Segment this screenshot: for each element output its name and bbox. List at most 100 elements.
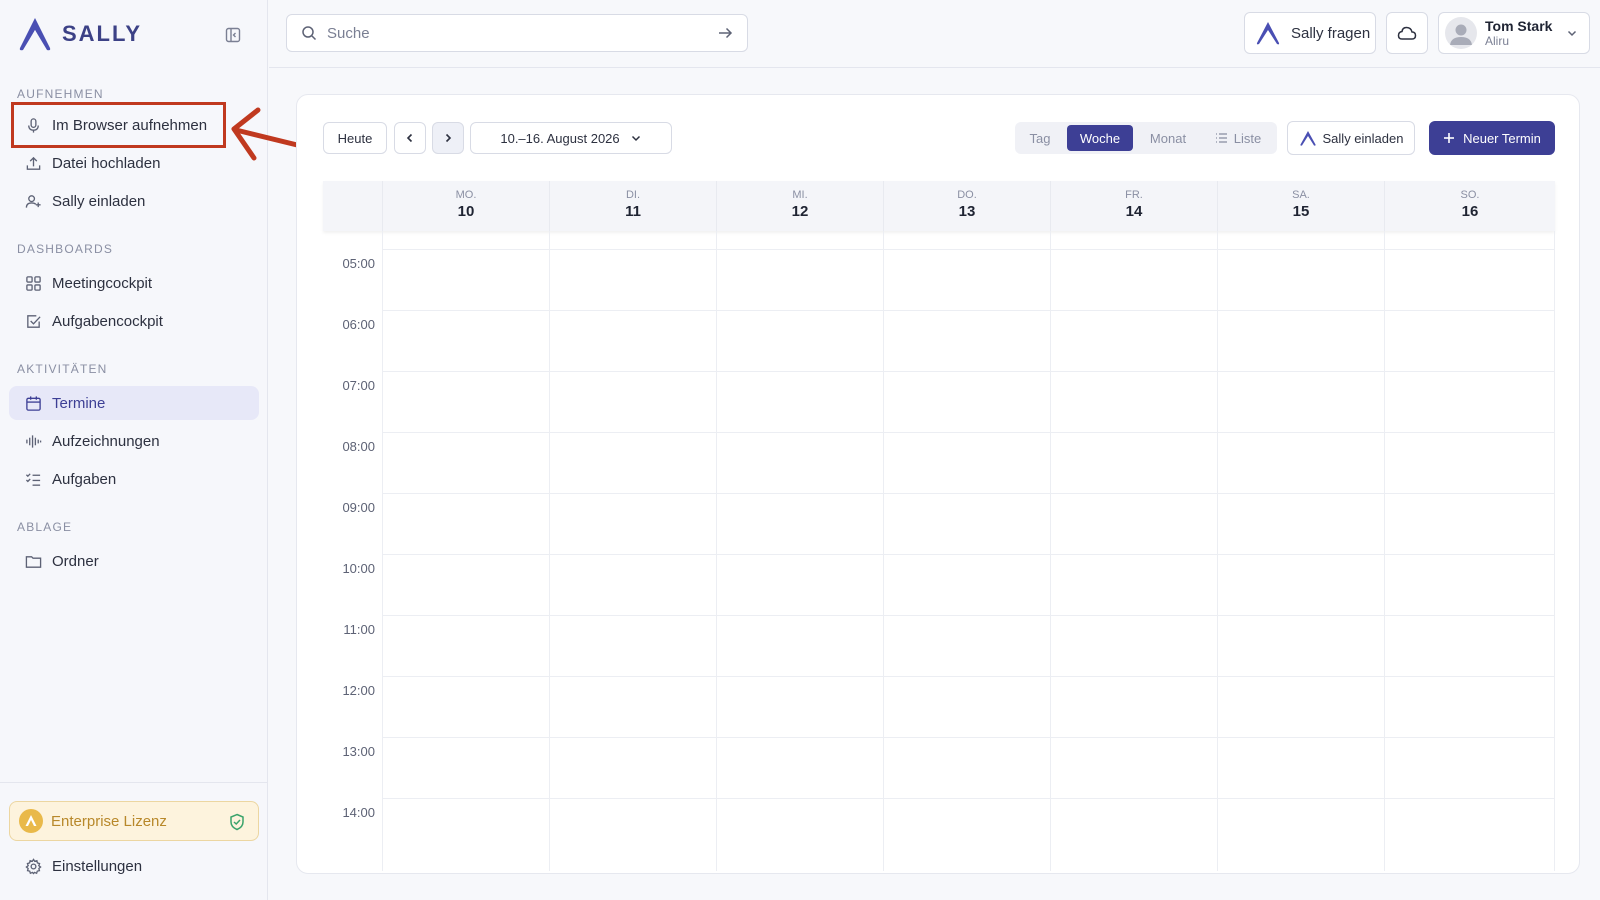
grid-column-divider <box>1384 231 1385 871</box>
prev-week-button[interactable] <box>394 122 426 154</box>
grid-column-divider <box>716 231 717 871</box>
day-header-thu[interactable]: DO. 13 <box>883 181 1050 231</box>
user-name: Tom Stark <box>1485 18 1553 34</box>
section-label-activities: AKTIVITÄTEN <box>17 362 108 376</box>
folder-icon <box>25 555 42 568</box>
date-range-picker[interactable]: 10.–16. August 2026 <box>470 122 672 154</box>
grid-hour-line <box>382 371 1555 372</box>
day-header-tue[interactable]: DI. 11 <box>549 181 716 231</box>
time-label: 10:00 <box>342 561 375 576</box>
time-label: 06:00 <box>342 317 375 332</box>
day-number: 16 <box>1461 203 1479 220</box>
grid-column-divider <box>883 231 884 871</box>
license-badge[interactable]: Enterprise Lizenz <box>9 801 259 841</box>
day-header-wed[interactable]: MI. 12 <box>716 181 883 231</box>
highlight-annotation-box <box>11 102 226 148</box>
section-label-record: AUFNEHMEN <box>17 87 104 101</box>
topbar: Sally fragen Tom Stark Aliru <box>269 0 1600 68</box>
view-month-tab[interactable]: Monat <box>1137 125 1199 151</box>
search-input[interactable] <box>327 24 707 42</box>
view-list-tab[interactable]: Liste <box>1207 125 1269 151</box>
grid-column-divider <box>1050 231 1051 871</box>
collapse-sidebar-icon[interactable] <box>222 24 244 46</box>
calendar-icon <box>26 395 41 411</box>
search-bar[interactable] <box>286 14 748 52</box>
new-event-button[interactable]: Neuer Termin <box>1429 121 1555 155</box>
day-header-sat[interactable]: SA. 15 <box>1217 181 1384 231</box>
today-button[interactable]: Heute <box>323 122 387 154</box>
sidebar-item-invite-sally[interactable]: Sally einladen <box>9 184 259 218</box>
grid-hour-line <box>382 554 1555 555</box>
grid-hour-line <box>382 676 1555 677</box>
day-abbr: DI. <box>625 189 641 201</box>
brand-logo[interactable]: SALLY <box>16 16 142 52</box>
avatar <box>1445 17 1477 49</box>
grid-hour-line <box>382 493 1555 494</box>
day-abbr: DO. <box>957 189 977 201</box>
time-label: 05:00 <box>342 256 375 271</box>
upload-icon <box>26 156 41 170</box>
user-avatar-icon <box>1450 24 1472 45</box>
grid-column-divider <box>382 231 383 871</box>
view-week-tab[interactable]: Woche <box>1067 125 1133 151</box>
grid-hour-line <box>382 798 1555 799</box>
grid-column-divider <box>1554 231 1555 871</box>
section-label-dashboards: DASHBOARDS <box>17 242 114 256</box>
time-label: 09:00 <box>342 500 375 515</box>
user-menu[interactable]: Tom Stark Aliru <box>1438 12 1590 54</box>
audio-wave-icon <box>26 434 42 448</box>
time-label: 14:00 <box>342 805 375 820</box>
grid-hour-line <box>382 249 1555 250</box>
time-label: 07:00 <box>342 378 375 393</box>
time-label: 13:00 <box>342 744 375 759</box>
sidebar-item-tasks[interactable]: Aufgaben <box>9 462 259 496</box>
day-abbr: MI. <box>792 189 808 201</box>
sidebar-item-label: Ordner <box>52 552 99 570</box>
sidebar-item-label: Aufgabencockpit <box>52 312 163 330</box>
grid-column-divider <box>1217 231 1218 871</box>
sidebar-item-settings[interactable]: Einstellungen <box>9 849 259 883</box>
day-header-fri[interactable]: FR. 14 <box>1050 181 1217 231</box>
sidebar-item-label: Meetingcockpit <box>52 274 153 292</box>
day-abbr: SA. <box>1292 189 1310 201</box>
sidebar-item-appointments[interactable]: Termine <box>9 386 259 420</box>
shield-check-icon <box>230 813 244 831</box>
grid-hour-line <box>382 432 1555 433</box>
day-abbr: SO. <box>1460 189 1480 201</box>
grid-hour-line <box>382 310 1555 311</box>
sidebar-item-label: Datei hochladen <box>52 154 161 172</box>
sidebar-divider <box>0 782 268 783</box>
cloud-icon <box>1397 26 1417 40</box>
sidebar-item-recordings[interactable]: Aufzeichnungen <box>9 424 259 458</box>
grid-icon <box>26 275 41 291</box>
cloud-sync-button[interactable] <box>1386 12 1428 54</box>
sidebar-item-label: Termine <box>52 394 106 412</box>
gear-icon <box>25 857 42 875</box>
grid-hour-line <box>382 737 1555 738</box>
sally-logo-icon <box>1256 22 1280 45</box>
ask-sally-button[interactable]: Sally fragen <box>1244 12 1376 54</box>
sidebar-item-upload-file[interactable]: Datei hochladen <box>9 146 259 180</box>
license-label: Enterprise Lizenz <box>51 812 167 830</box>
view-switcher: Tag Woche Monat Liste <box>1015 122 1277 154</box>
sidebar-item-meetingcockpit[interactable]: Meetingcockpit <box>9 266 259 300</box>
next-week-button[interactable] <box>432 122 464 154</box>
invite-sally-button[interactable]: Sally einladen <box>1287 121 1415 155</box>
invite-sally-label: Sally einladen <box>1322 130 1404 146</box>
day-header-sun[interactable]: SO. 16 <box>1384 181 1555 231</box>
brand-name: SALLY <box>62 21 143 46</box>
search-icon <box>302 26 317 41</box>
sidebar-item-taskcockpit[interactable]: Aufgabencockpit <box>9 304 259 338</box>
date-range-label: 10.–16. August 2026 <box>500 130 620 146</box>
plus-icon <box>1444 133 1455 143</box>
sidebar-item-label: Einstellungen <box>52 857 143 875</box>
day-header-mon[interactable]: MO. 10 <box>382 181 549 231</box>
day-number: 10 <box>457 203 475 220</box>
list-icon <box>1215 133 1227 143</box>
user-plus-icon <box>25 194 41 208</box>
sidebar-item-folders[interactable]: Ordner <box>9 544 259 578</box>
day-number: 12 <box>791 203 809 220</box>
week-grid[interactable]: 05:00 06:00 07:00 08:00 09:00 10:00 11:0… <box>323 231 1555 871</box>
arrow-right-icon[interactable] <box>717 25 733 41</box>
view-day-tab[interactable]: Tag <box>1019 125 1061 151</box>
